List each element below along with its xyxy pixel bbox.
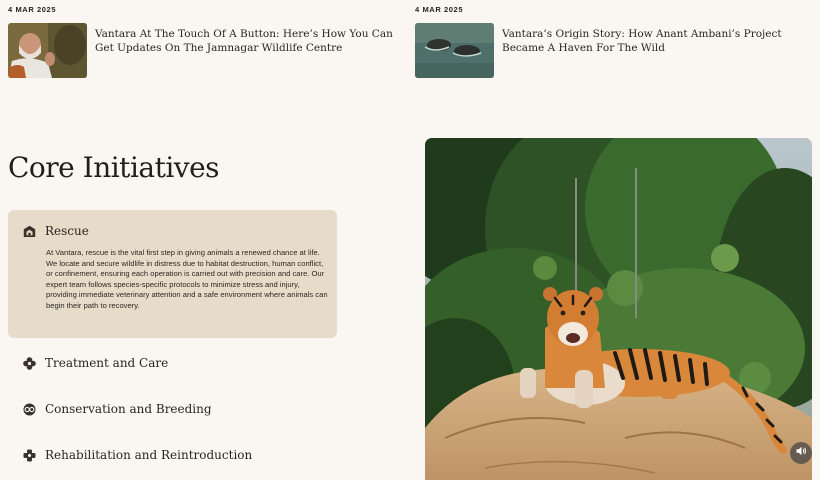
accordion-label: Conservation and Breeding	[45, 402, 212, 416]
speaker-icon	[795, 444, 807, 462]
accordion-label: Rehabilitation and Reintroduction	[45, 448, 253, 462]
initiatives-accordion: Rescue At Vantara, rescue is the vital f…	[8, 210, 337, 475]
news-card[interactable]: 4 MAR 2025 Vantara’s Origin Story: How A…	[415, 0, 815, 90]
accordion-label: Treatment and Care	[45, 356, 169, 370]
tiger-on-rock-image	[425, 138, 812, 480]
shelter-icon	[23, 225, 36, 238]
sound-toggle-button[interactable]	[790, 442, 812, 464]
news-title[interactable]: Vantara’s Origin Story: How Anant Ambani…	[502, 27, 802, 55]
cross-leaf-icon	[23, 449, 36, 462]
accordion-label: Rescue	[45, 224, 89, 238]
news-title[interactable]: Vantara At The Touch Of A Button: Here’s…	[95, 27, 395, 55]
section-heading: Core Initiatives	[8, 151, 220, 184]
rhinos-in-water-thumbnail[interactable]	[415, 23, 494, 78]
accordion-body: At Vantara, rescue is the vital first st…	[46, 248, 328, 310]
accordion-item-rehabilitation[interactable]: Rehabilitation and Reintroduction	[8, 435, 337, 475]
news-date: 4 MAR 2025	[415, 5, 464, 14]
person-photo-thumbnail[interactable]	[8, 23, 87, 78]
accordion-item-rescue[interactable]: Rescue At Vantara, rescue is the vital f…	[8, 210, 337, 338]
circles-icon	[23, 403, 36, 416]
news-card[interactable]: 4 MAR 2025 Vantara At The Touch Of A But…	[8, 0, 408, 90]
news-date: 4 MAR 2025	[8, 5, 57, 14]
accordion-item-treatment[interactable]: Treatment and Care	[8, 343, 337, 383]
accordion-item-conservation[interactable]: Conservation and Breeding	[8, 389, 337, 429]
flower-icon	[23, 357, 36, 370]
